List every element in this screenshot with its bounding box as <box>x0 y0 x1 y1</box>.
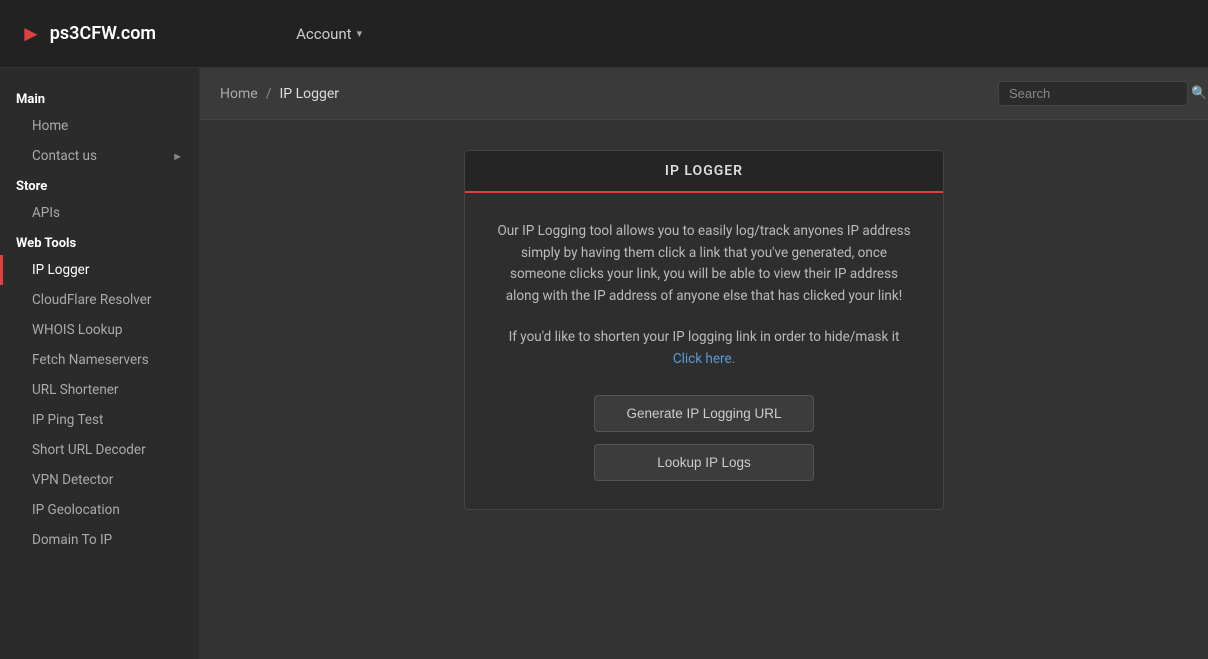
sidebar-item-domain-to-ip-label: Domain To IP <box>32 532 112 548</box>
sidebar-item-apis[interactable]: APIs <box>0 198 199 228</box>
sidebar: Main Home Contact us ► Store APIs Web To… <box>0 68 200 659</box>
sidebar-item-ip-ping-test[interactable]: IP Ping Test <box>0 405 199 435</box>
breadcrumb-current: IP Logger <box>279 86 339 102</box>
card-description-1-text: Our IP Logging tool allows you to easily… <box>497 223 910 304</box>
lookup-ip-logs-button[interactable]: Lookup IP Logs <box>594 444 814 481</box>
breadcrumb-home[interactable]: Home <box>220 86 258 102</box>
sidebar-item-domain-to-ip[interactable]: Domain To IP <box>0 525 199 555</box>
sidebar-item-whois-lookup-label: WHOIS Lookup <box>32 322 122 338</box>
generate-url-button[interactable]: Generate IP Logging URL <box>594 395 814 432</box>
sidebar-item-home-label: Home <box>32 118 68 134</box>
sidebar-item-ip-geolocation[interactable]: IP Geolocation <box>0 495 199 525</box>
sidebar-item-url-shortener[interactable]: URL Shortener <box>0 375 199 405</box>
account-menu[interactable]: Account ▾ <box>296 25 362 43</box>
sidebar-item-home[interactable]: Home <box>0 111 199 141</box>
card-body: Our IP Logging tool allows you to easily… <box>465 193 943 509</box>
top-nav: ► ps3CFW.com Account ▾ <box>0 0 1208 68</box>
search-icon[interactable]: 🔍 <box>1191 86 1207 101</box>
card-header: IP LOGGER <box>465 151 943 193</box>
sidebar-item-fetch-nameservers[interactable]: Fetch Nameservers <box>0 345 199 375</box>
sidebar-item-ip-geolocation-label: IP Geolocation <box>32 502 120 518</box>
sidebar-item-contact-us-label: Contact us <box>32 148 97 164</box>
card-description-2-text: If you'd like to shorten your IP logging… <box>509 329 900 345</box>
logo-chevron-icon: ► <box>20 21 42 47</box>
logo-text: ps3CFW.com <box>50 23 156 44</box>
sidebar-item-cloudflare-resolver[interactable]: CloudFlare Resolver <box>0 285 199 315</box>
breadcrumb: Home / IP Logger <box>220 86 339 102</box>
main-layout: Main Home Contact us ► Store APIs Web To… <box>0 68 1208 659</box>
sidebar-item-short-url-decoder-label: Short URL Decoder <box>32 442 146 458</box>
sidebar-item-apis-label: APIs <box>32 205 60 221</box>
click-here-link[interactable]: Click here. <box>673 351 735 367</box>
logo-area: ► ps3CFW.com <box>20 21 156 47</box>
content-area: Home / IP Logger 🔍 IP LOGGER Our IP Logg… <box>200 68 1208 659</box>
sidebar-item-vpn-detector[interactable]: VPN Detector <box>0 465 199 495</box>
sidebar-item-short-url-decoder[interactable]: Short URL Decoder <box>0 435 199 465</box>
breadcrumb-separator: / <box>266 86 272 102</box>
sidebar-item-vpn-detector-label: VPN Detector <box>32 472 113 488</box>
breadcrumb-bar: Home / IP Logger 🔍 <box>200 68 1208 120</box>
chevron-right-icon: ► <box>172 150 183 163</box>
sidebar-item-url-shortener-label: URL Shortener <box>32 382 119 398</box>
account-caret-icon: ▾ <box>357 27 363 40</box>
ip-logger-card: IP LOGGER Our IP Logging tool allows you… <box>464 150 944 510</box>
card-buttons: Generate IP Logging URL Lookup IP Logs <box>495 395 913 481</box>
card-description-2: If you'd like to shorten your IP logging… <box>495 327 913 370</box>
sidebar-item-contact-us[interactable]: Contact us ► <box>0 141 199 171</box>
sidebar-item-whois-lookup[interactable]: WHOIS Lookup <box>0 315 199 345</box>
account-label: Account <box>296 25 352 43</box>
sidebar-item-cloudflare-resolver-label: CloudFlare Resolver <box>32 292 151 308</box>
card-description-1: Our IP Logging tool allows you to easily… <box>495 221 913 307</box>
sidebar-section-store: Store <box>0 171 199 198</box>
sidebar-section-web-tools: Web Tools <box>0 228 199 255</box>
sidebar-item-ip-ping-test-label: IP Ping Test <box>32 412 103 428</box>
sidebar-item-fetch-nameservers-label: Fetch Nameservers <box>32 352 149 368</box>
page-content: IP LOGGER Our IP Logging tool allows you… <box>200 120 1208 659</box>
search-input[interactable] <box>1009 86 1185 101</box>
search-box: 🔍 <box>998 81 1188 106</box>
sidebar-item-ip-logger[interactable]: IP Logger <box>0 255 199 285</box>
sidebar-item-ip-logger-label: IP Logger <box>32 262 89 278</box>
sidebar-section-main: Main <box>0 84 199 111</box>
